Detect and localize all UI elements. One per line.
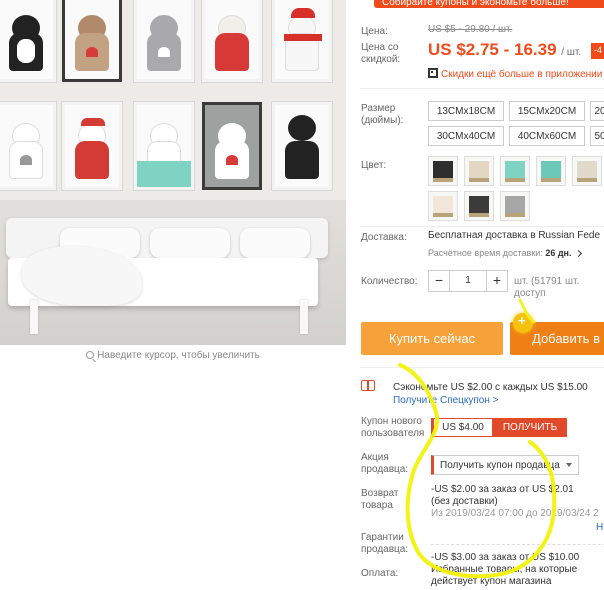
qr-code-icon bbox=[428, 68, 438, 78]
size-label: Размер (дюймы): bbox=[361, 103, 404, 126]
store-offer: -US $2.00 за заказ от US $2.01 (без дост… bbox=[431, 484, 599, 519]
savings-text: Сэкономьте US $2.00 с каждых US $15.00 bbox=[393, 382, 588, 393]
coupon-amount: US $4.00 bbox=[431, 418, 493, 437]
size-option[interactable]: 15CMx20CM bbox=[509, 101, 585, 121]
old-price: US $5 - 29.80 / шт. bbox=[428, 24, 513, 35]
poster-bear-red-pants bbox=[202, 0, 262, 82]
product-main-image[interactable] bbox=[0, 0, 346, 345]
color-swatch-panda[interactable] bbox=[464, 191, 494, 221]
divider bbox=[360, 88, 604, 89]
price-label: Цена: bbox=[361, 26, 388, 37]
store-offer: -US $3.00 за заказ от US $10.00 Избранны… bbox=[431, 552, 580, 587]
payment-label: Оплата: bbox=[361, 568, 399, 579]
promo-banner[interactable]: Собирайте купоны и экономьте больше! bbox=[374, 0, 604, 8]
store-promo-label: Акция продавца: bbox=[361, 452, 409, 475]
store-coupon-dropdown[interactable]: Получить купон продавца bbox=[431, 455, 579, 475]
poster-penguin bbox=[0, 0, 56, 82]
offer-link[interactable]: Н bbox=[596, 522, 603, 533]
gift-icon bbox=[361, 380, 375, 391]
quantity-stepper: − 1 + bbox=[428, 270, 508, 292]
guarantee-label: Гарантии продавца: bbox=[361, 532, 409, 555]
bed-leg bbox=[300, 300, 308, 334]
returns-label: Возврат товара bbox=[361, 488, 399, 511]
delivery-estimate: Расчётное время доставки: 26 дн. bbox=[428, 248, 583, 258]
poster-brown-bear bbox=[62, 0, 122, 82]
chevron-down-icon bbox=[566, 463, 572, 467]
new-user-coupon-label: Купон нового пользователя bbox=[361, 416, 425, 439]
zoom-hint: Наведите курсор, чтобы увеличить bbox=[0, 350, 346, 361]
discount-price-label: Цена со скидкой: bbox=[361, 42, 401, 65]
size-option[interactable]: 20 bbox=[590, 101, 604, 121]
increase-quantity-button[interactable]: + bbox=[487, 271, 507, 291]
poster-bear-mint bbox=[134, 102, 194, 190]
get-coupon-button[interactable]: ПОЛУЧИТЬ bbox=[493, 418, 567, 437]
color-swatch-rabbit[interactable] bbox=[428, 191, 458, 221]
magnifier-icon bbox=[86, 351, 95, 359]
bed-leg bbox=[30, 300, 38, 334]
divider bbox=[360, 226, 604, 227]
divider bbox=[360, 367, 604, 368]
quantity-input[interactable]: 1 bbox=[449, 271, 487, 291]
pillow bbox=[150, 228, 230, 258]
buy-now-button[interactable]: Купить сейчас bbox=[361, 322, 503, 355]
color-swatch-gray-bear[interactable] bbox=[500, 191, 530, 221]
special-coupon-link[interactable]: Получите Спецкупон > bbox=[393, 395, 499, 406]
current-price: US $2.75 - 16.39 / шт. bbox=[428, 40, 582, 59]
shipping-method[interactable]: Бесплатная доставка в Russian Fede bbox=[428, 230, 600, 241]
cart-plus-icon bbox=[513, 313, 533, 333]
color-swatch-penguin[interactable] bbox=[428, 156, 458, 186]
pillow bbox=[240, 228, 310, 258]
color-swatch-bear-heart[interactable] bbox=[464, 156, 494, 186]
color-swatch-teal[interactable] bbox=[536, 156, 566, 186]
poster-bear-heart bbox=[202, 102, 262, 190]
size-option[interactable]: 40CMx60CM bbox=[509, 126, 585, 146]
quantity-label: Количество: bbox=[361, 276, 418, 287]
size-option[interactable]: 30CMx40CM bbox=[428, 126, 504, 146]
discount-badge: -4 bbox=[591, 43, 604, 59]
color-label: Цвет: bbox=[361, 160, 387, 171]
color-swatch-mint[interactable] bbox=[500, 156, 530, 186]
size-option[interactable]: 50 bbox=[590, 126, 604, 146]
divider bbox=[431, 544, 604, 545]
chevron-down-icon[interactable] bbox=[574, 249, 583, 258]
poster-penguin-stack bbox=[272, 102, 332, 190]
poster-hippo bbox=[134, 0, 194, 82]
poster-bear-santa-hat bbox=[272, 0, 332, 82]
decrease-quantity-button[interactable]: − bbox=[429, 271, 449, 291]
poster-bear-flowers bbox=[0, 102, 56, 190]
color-swatch-bear[interactable] bbox=[572, 156, 602, 186]
shipping-label: Доставка: bbox=[361, 232, 407, 243]
app-discount-link[interactable]: Скидки ещё больше в приложении bbox=[428, 68, 602, 80]
poster-bear-scarf bbox=[62, 102, 122, 190]
stock-note: шт. (51791 шт. доступ bbox=[514, 276, 580, 299]
size-option[interactable]: 13CMx18CM bbox=[428, 101, 504, 121]
